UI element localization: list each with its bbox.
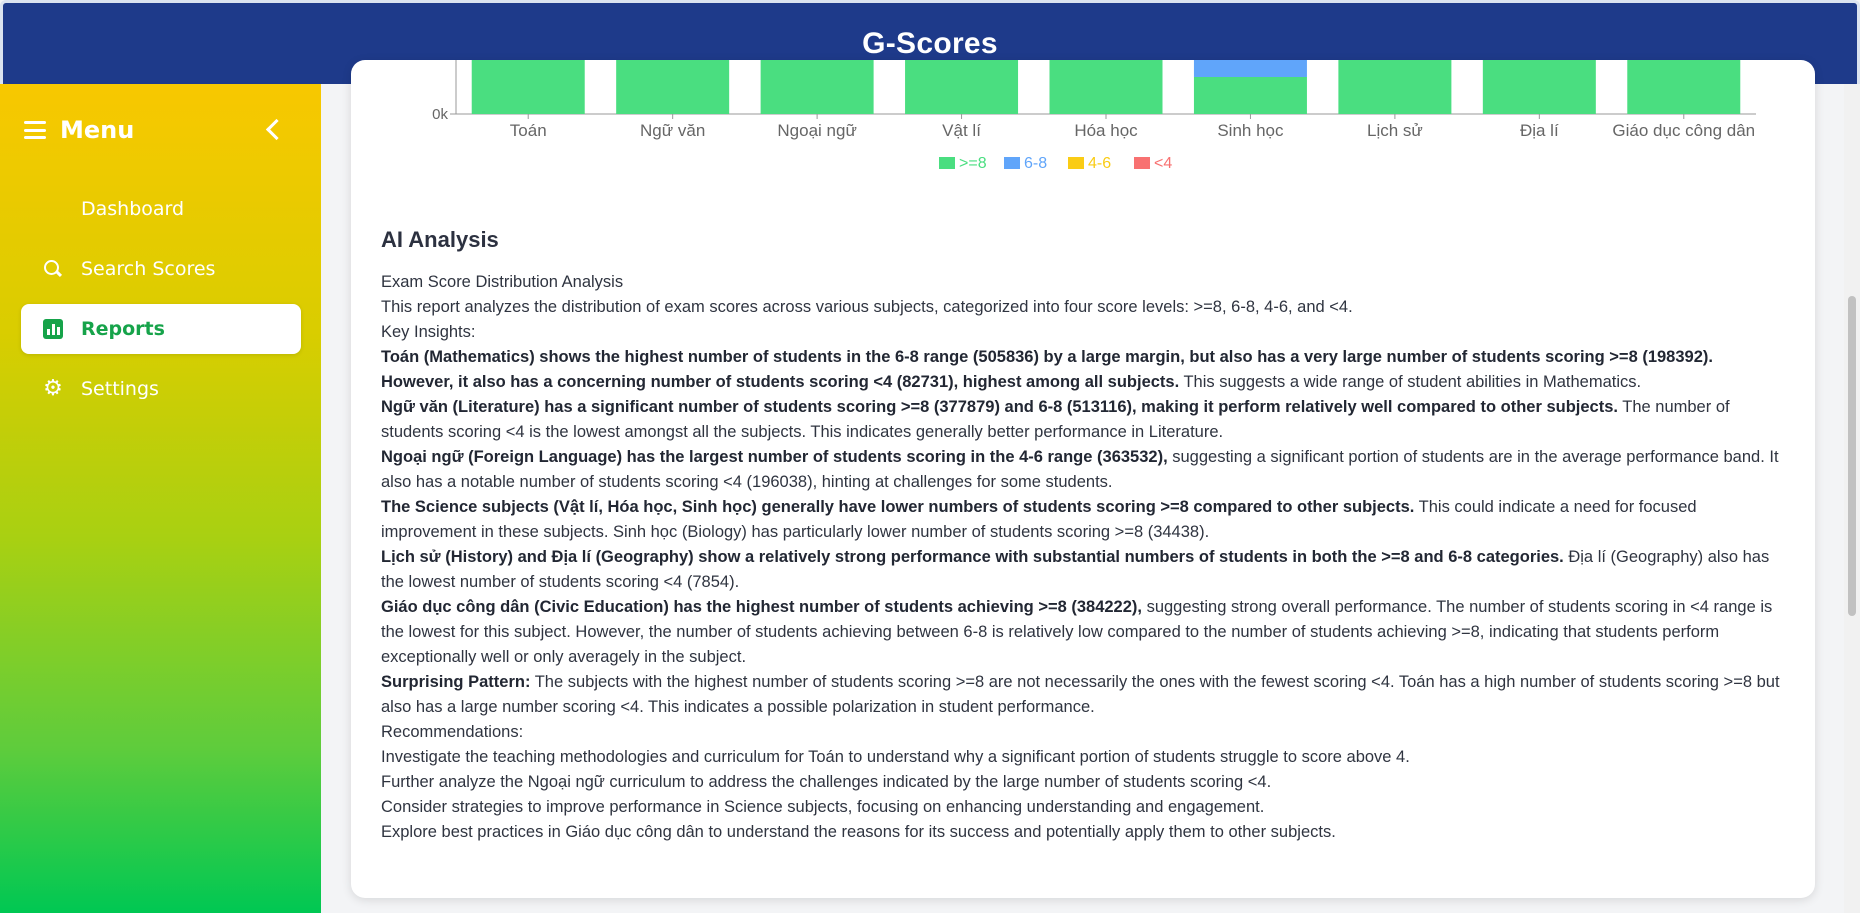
sidebar-item-label: Reports [81,318,165,340]
analysis-paragraph: Giáo dục công dân (Civic Education) has … [381,595,1781,670]
analysis-highlight: Ngữ văn (Literature) has a significant n… [381,398,1618,416]
menu-title: Menu [60,116,135,144]
analysis-paragraph: Recommendations: [381,720,1781,745]
analysis-highlight: Giáo dục công dân (Civic Education) has … [381,598,1142,616]
x-tick-label: Toán [510,121,547,140]
analysis-highlight: The Science subjects (Vật lí, Hóa học, S… [381,498,1415,516]
analysis-text: This report analyzes the distribution of… [381,298,1353,316]
bar-segment [1338,60,1452,114]
x-tick-label: Lịch sử [1367,121,1423,140]
analysis-text: Exam Score Distribution Analysis [381,273,624,291]
bar-segment [471,60,585,114]
app-title: G-Scores [862,26,998,60]
sidebar-item-label: Settings [81,378,159,400]
bar-chart-icon [43,319,63,339]
sidebar-nav: Dashboard Search Scores Reports ⚙ Settin… [21,184,301,424]
analysis-paragraph: Explore best practices in Giáo dục công … [381,820,1781,845]
sidebar-item-settings[interactable]: ⚙ Settings [21,364,301,414]
bar-segment [1193,77,1307,114]
analysis-paragraph: Key Insights: [381,320,1781,345]
ai-analysis-title: AI Analysis [381,227,499,252]
analysis-text: Recommendations: [381,723,524,741]
page-scrollbar[interactable] [1844,84,1860,913]
bar-segment [905,60,1019,114]
legend-swatch [1068,157,1084,169]
bar-segment [760,60,874,114]
bar-segment [1049,60,1163,114]
legend-swatch [939,157,955,169]
analysis-paragraph: Investigate the teaching methodologies a… [381,745,1781,770]
analysis-paragraph: Consider strategies to improve performan… [381,795,1781,820]
analysis-text: Key Insights: [381,323,476,341]
analysis-paragraph: Further analyze the Ngoại ngữ curriculum… [381,770,1781,795]
x-tick-label: Hóa học [1074,121,1138,140]
analysis-text: Further analyze the Ngoại ngữ curriculum… [381,773,1272,791]
analysis-text: Investigate the teaching methodologies a… [381,748,1410,766]
legend-swatch [1004,157,1020,169]
x-tick-label: Giáo dục công dân [1612,121,1755,140]
x-tick-label: Địa lí [1520,121,1559,140]
sidebar: Menu Dashboard Search Scores Reports ⚙ S… [0,84,321,913]
report-card: 0k Toán Ngữ văn Ngoại ngữ Vật lí Hóa học Sinh … [351,60,1815,898]
analysis-text: The subjects with the highest number of … [381,673,1780,716]
legend-label: 6-8 [1024,155,1047,172]
legend-label: >=8 [959,155,987,172]
hamburger-icon[interactable] [24,121,46,139]
bar-segment [616,60,730,114]
analysis-paragraph: Toán (Mathematics) shows the highest num… [381,345,1781,395]
analysis-paragraph: Surprising Pattern: The subjects with th… [381,670,1781,720]
analysis-paragraph: The Science subjects (Vật lí, Hóa học, S… [381,495,1781,545]
menu-header: Menu [24,112,288,148]
x-tick-label: Ngữ văn [640,121,705,140]
sidebar-item-label: Dashboard [81,198,185,220]
bar-segment [1627,60,1741,114]
legend-label: <4 [1154,155,1172,172]
x-tick-label: Ngoại ngữ [777,121,856,140]
legend-label: 4-6 [1088,155,1111,172]
search-icon [43,259,63,279]
ai-analysis-section: AI Analysis Exam Score Distribution Anal… [381,226,1781,845]
analysis-highlight: Surprising Pattern: [381,673,531,691]
bar-segment [1482,60,1596,114]
x-tick-label: Sinh học [1217,121,1284,140]
score-distribution-chart: 0k Toán Ngữ văn Ngoại ngữ Vật lí Hóa học Sinh … [432,60,1756,172]
y-tick-label: 0k [432,106,448,123]
ai-analysis-body: Exam Score Distribution Analysis This rep… [381,270,1781,845]
sidebar-item-dashboard[interactable]: Dashboard [21,184,301,234]
analysis-highlight: Lịch sử (History) and Địa lí (Geography)… [381,548,1564,566]
sidebar-item-reports[interactable]: Reports [21,304,301,354]
analysis-text: Consider strategies to improve performan… [381,798,1265,816]
dashboard-icon [43,199,63,219]
sidebar-item-search-scores[interactable]: Search Scores [21,244,301,294]
analysis-text: This suggests a wide range of student ab… [1179,373,1642,391]
sidebar-item-label: Search Scores [81,258,216,280]
legend-swatch [1134,157,1150,169]
analysis-paragraph: Ngữ văn (Literature) has a significant n… [381,395,1781,445]
analysis-text: Explore best practices in Giáo dục công … [381,823,1336,841]
analysis-paragraph: Ngoại ngữ (Foreign Language) has the lar… [381,445,1781,495]
gear-icon: ⚙ [43,376,63,401]
x-tick-label: Vật lí [942,121,981,140]
analysis-highlight: Ngoại ngữ (Foreign Language) has the lar… [381,448,1168,466]
analysis-paragraph: Exam Score Distribution Analysis [381,270,1781,295]
scrollbar-thumb[interactable] [1848,296,1856,616]
bar-segment [1193,60,1307,77]
chevron-left-icon[interactable] [260,116,288,144]
analysis-paragraph: This report analyzes the distribution of… [381,295,1781,320]
analysis-paragraph: Lịch sử (History) and Địa lí (Geography)… [381,545,1781,595]
